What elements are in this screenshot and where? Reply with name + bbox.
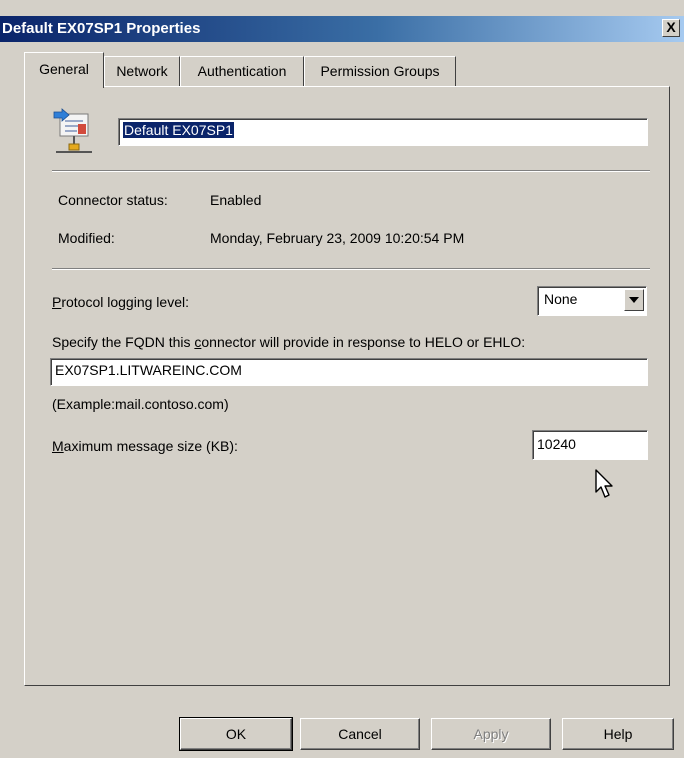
modified-label: Modified: bbox=[58, 230, 115, 246]
title-bar[interactable]: Default EX07SP1 Properties X bbox=[0, 16, 684, 42]
protocol-logging-selected-value: None bbox=[544, 291, 578, 307]
separator-middle bbox=[52, 268, 650, 270]
properties-dialog: Default EX07SP1 Properties X General Net… bbox=[0, 0, 684, 758]
modified-value: Monday, February 23, 2009 10:20:54 PM bbox=[210, 230, 465, 246]
chevron-down-icon[interactable] bbox=[624, 289, 644, 311]
fqdn-label: Specify the FQDN this connector will pro… bbox=[52, 334, 526, 350]
fqdn-input-value: EX07SP1.LITWAREINC.COM bbox=[55, 362, 242, 378]
fqdn-input[interactable]: EX07SP1.LITWAREINC.COM bbox=[50, 358, 648, 386]
general-tab-panel bbox=[24, 86, 670, 686]
max-message-size-label: Maximum message size (KB): bbox=[52, 438, 238, 454]
fqdn-example-text: (Example:mail.contoso.com) bbox=[52, 396, 229, 412]
apply-button[interactable]: Apply bbox=[431, 718, 551, 750]
cancel-button[interactable]: Cancel bbox=[300, 718, 420, 750]
protocol-logging-dropdown[interactable]: None bbox=[537, 286, 647, 316]
separator-top bbox=[52, 170, 650, 172]
protocol-logging-label: Protocol logging level: bbox=[52, 294, 189, 310]
max-message-size-input[interactable]: 10240 bbox=[532, 430, 648, 460]
tab-permission-groups[interactable]: Permission Groups bbox=[304, 56, 456, 86]
connector-status-value: Enabled bbox=[210, 192, 262, 208]
connector-status-label: Connector status: bbox=[58, 192, 168, 208]
help-button[interactable]: Help bbox=[562, 718, 674, 750]
connector-envelope-icon bbox=[53, 108, 92, 153]
ok-button[interactable]: OK bbox=[179, 717, 293, 751]
tab-authentication[interactable]: Authentication bbox=[180, 56, 304, 86]
window-title: Default EX07SP1 Properties bbox=[2, 20, 201, 37]
close-button[interactable]: X bbox=[662, 19, 680, 37]
tab-network[interactable]: Network bbox=[104, 56, 180, 86]
mouse-cursor-icon bbox=[595, 469, 613, 498]
max-message-size-value: 10240 bbox=[537, 436, 576, 452]
tab-general[interactable]: General bbox=[24, 52, 104, 88]
connector-name-selected-text: Default EX07SP1 bbox=[123, 122, 234, 138]
connector-name-input[interactable]: Default EX07SP1 bbox=[118, 118, 648, 146]
